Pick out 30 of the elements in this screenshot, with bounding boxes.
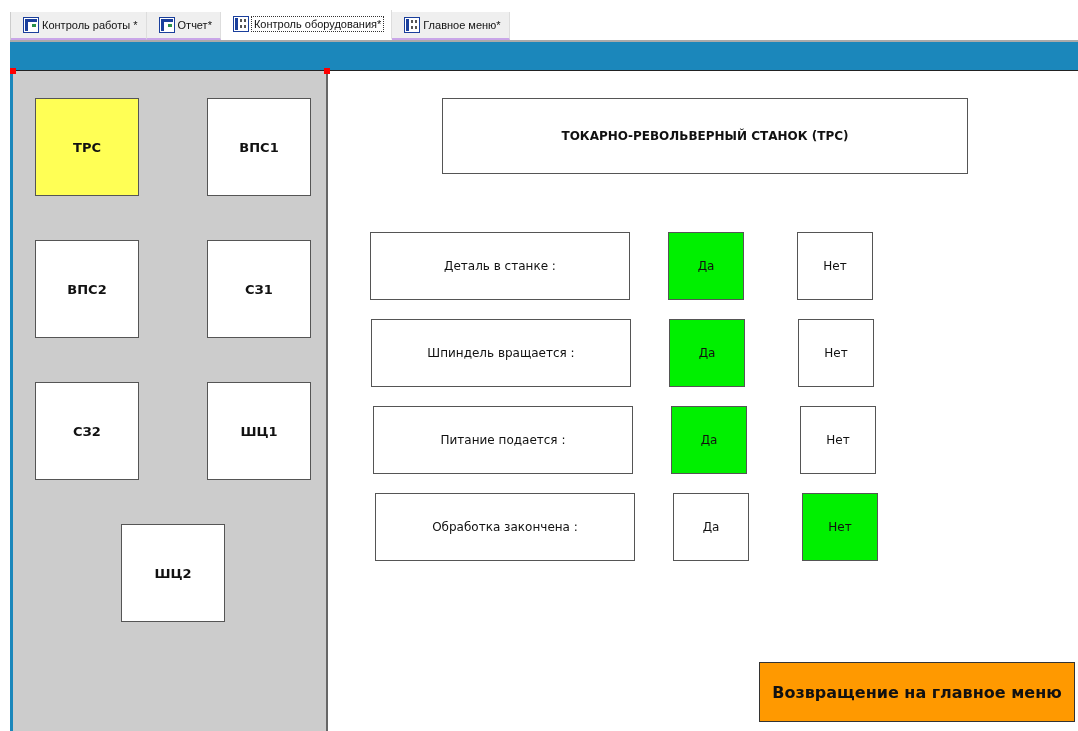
status-label: Обработка закончена : (375, 493, 635, 561)
status-indicator: Нет (800, 406, 876, 474)
resize-handle[interactable] (324, 68, 330, 74)
tab[interactable]: Отчет* (146, 12, 221, 40)
resize-handle[interactable] (10, 68, 16, 74)
equipment-button[interactable]: СЗ2 (35, 382, 139, 480)
equipment-button[interactable]: ШЦ2 (121, 524, 225, 622)
status-indicator: Да (673, 493, 749, 561)
equipment-button[interactable]: ВПС1 (207, 98, 311, 196)
machine-title: ТОКАРНО-РЕВОЛЬВЕРНЫЙ СТАНОК (ТРС) (442, 98, 968, 174)
equipment-button[interactable]: ТРС (35, 98, 139, 196)
equipment-button[interactable]: ВПС2 (35, 240, 139, 338)
return-button[interactable]: Возвращение на главное меню (759, 662, 1075, 722)
status-label: Питание подается : (373, 406, 633, 474)
status-label: Деталь в станке : (370, 232, 630, 300)
form-icon (158, 17, 175, 33)
grid-icon (232, 16, 249, 32)
status-indicator: Нет (802, 493, 878, 561)
tab[interactable]: Контроль работы * (11, 12, 147, 40)
tab[interactable]: Главное меню* (392, 12, 510, 40)
status-indicator: Да (669, 319, 745, 387)
status-indicator: Да (668, 232, 744, 300)
equipment-button[interactable]: ШЦ1 (207, 382, 311, 480)
status-indicator: Да (671, 406, 747, 474)
grid-icon (404, 17, 421, 33)
status-indicator: Нет (798, 319, 874, 387)
status-label: Шпиндель вращается : (371, 319, 631, 387)
equipment-button[interactable]: СЗ1 (207, 240, 311, 338)
form-icon (23, 17, 39, 33)
status-indicator: Нет (797, 232, 873, 300)
